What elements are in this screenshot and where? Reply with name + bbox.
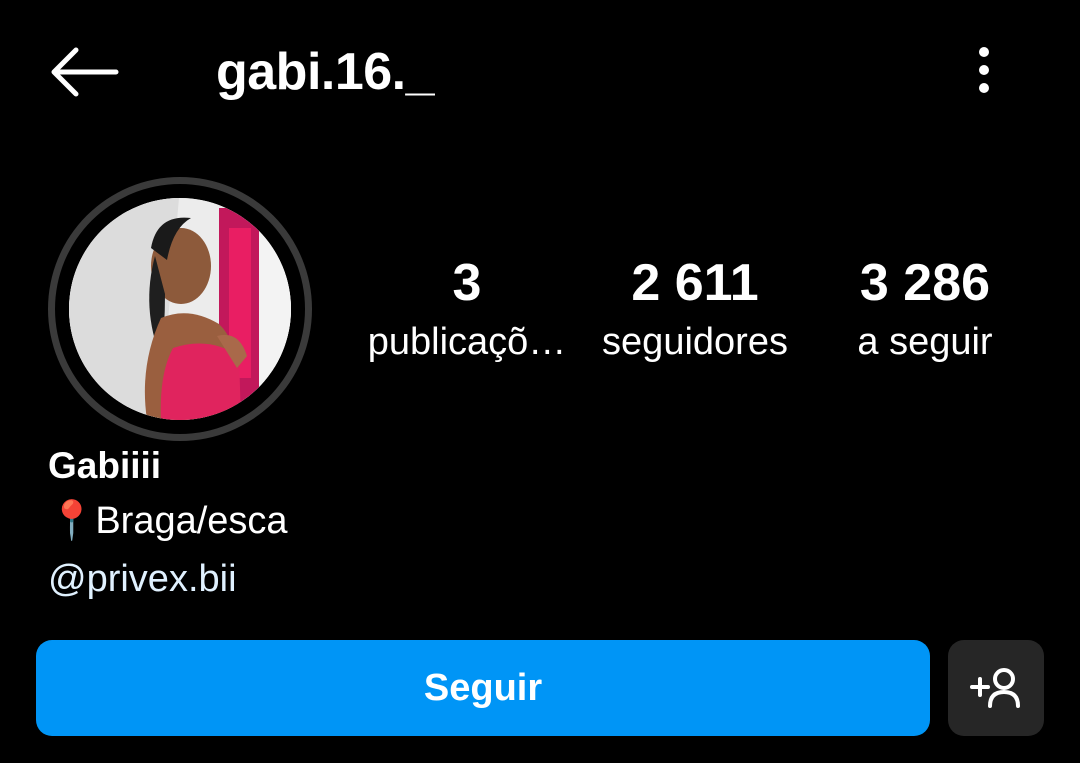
avatar-ring[interactable] [48,177,312,441]
more-options-button[interactable] [956,38,1012,102]
location-text: Braga/esca [95,500,288,542]
bio-mention-link[interactable]: @privex.bii [48,550,748,608]
pin-icon: 📍 [48,500,96,542]
add-person-icon [970,668,1020,708]
profile-bio: Gabiiii 📍Braga/esca @privex.bii [48,440,748,608]
following-count: 3 286 [859,254,991,312]
stat-posts[interactable]: 3 publicaçõ… [352,250,582,368]
arrow-left-icon [51,47,119,97]
back-button[interactable] [44,40,124,104]
followers-label: seguidores [602,321,788,363]
suggested-accounts-button[interactable] [948,640,1044,736]
posts-label: publicaçõ… [367,321,567,363]
follow-button[interactable]: Seguir [36,640,930,736]
avatar[interactable] [69,198,291,420]
more-vertical-icon [979,47,989,93]
following-label: a seguir [857,321,993,363]
display-name: Gabiiii [48,445,162,486]
profile-username: gabi.16._ [216,43,435,101]
top-bar: gabi.16._ [0,0,1080,140]
posts-count: 3 [452,254,482,312]
bio-location: 📍Braga/esca [48,492,748,550]
stat-following[interactable]: 3 286 a seguir [810,250,1040,368]
stat-followers[interactable]: 2 611 seguidores [580,250,810,368]
profile-photo [69,198,291,420]
followers-count: 2 611 [631,254,759,312]
profile-stats: 3 publicaçõ… 2 611 seguidores 3 286 a se… [350,250,1030,380]
